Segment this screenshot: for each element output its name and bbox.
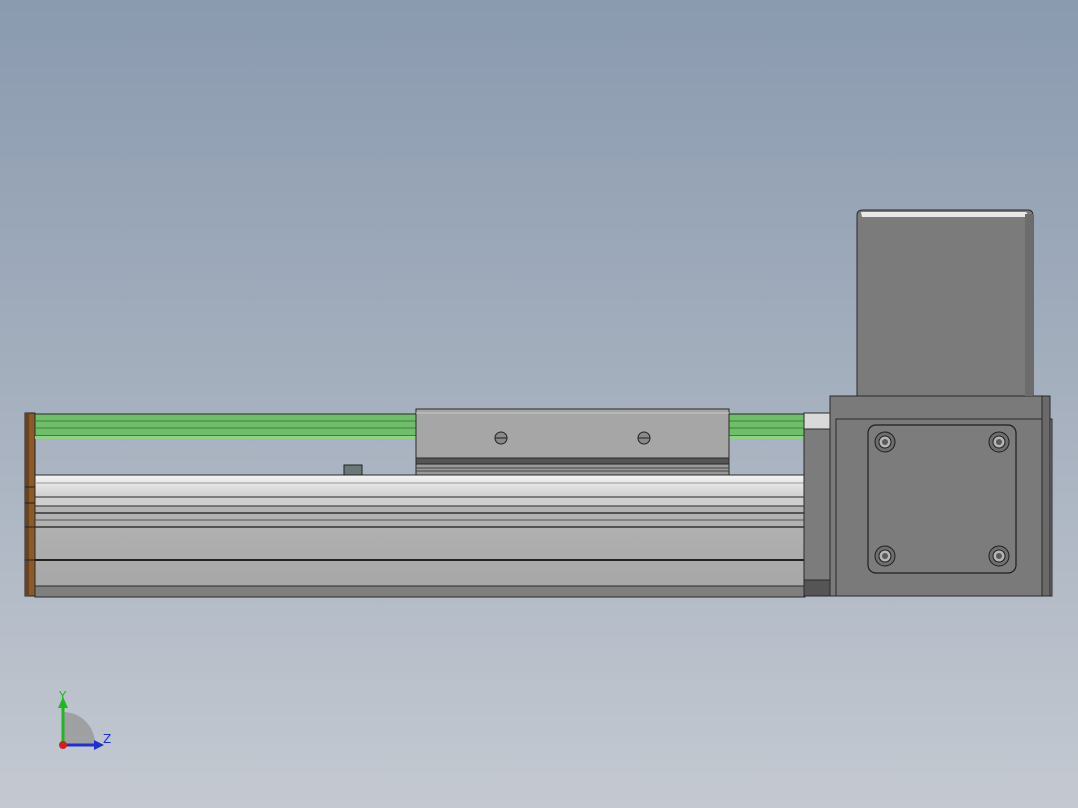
set-screw [343,464,363,476]
y-axis-label: Y [58,689,67,703]
flange-screw [988,431,1010,453]
axis-triad: Y Z [58,689,111,750]
end-cap [24,412,36,597]
carriage[interactable] [415,408,730,476]
base-profile [34,474,806,598]
x-axis-point [59,741,67,749]
z-axis-label: Z [103,732,111,746]
triad-quadrant [63,712,96,745]
flange-screw [874,545,896,567]
motor-flange [829,395,1053,597]
cad-model-view[interactable]: Y Z [0,0,1078,808]
graphics-viewport[interactable]: Y Z [0,0,1078,808]
flange-screw [874,431,896,453]
stepper-motor[interactable] [856,209,1034,397]
flange-screw [988,545,1010,567]
